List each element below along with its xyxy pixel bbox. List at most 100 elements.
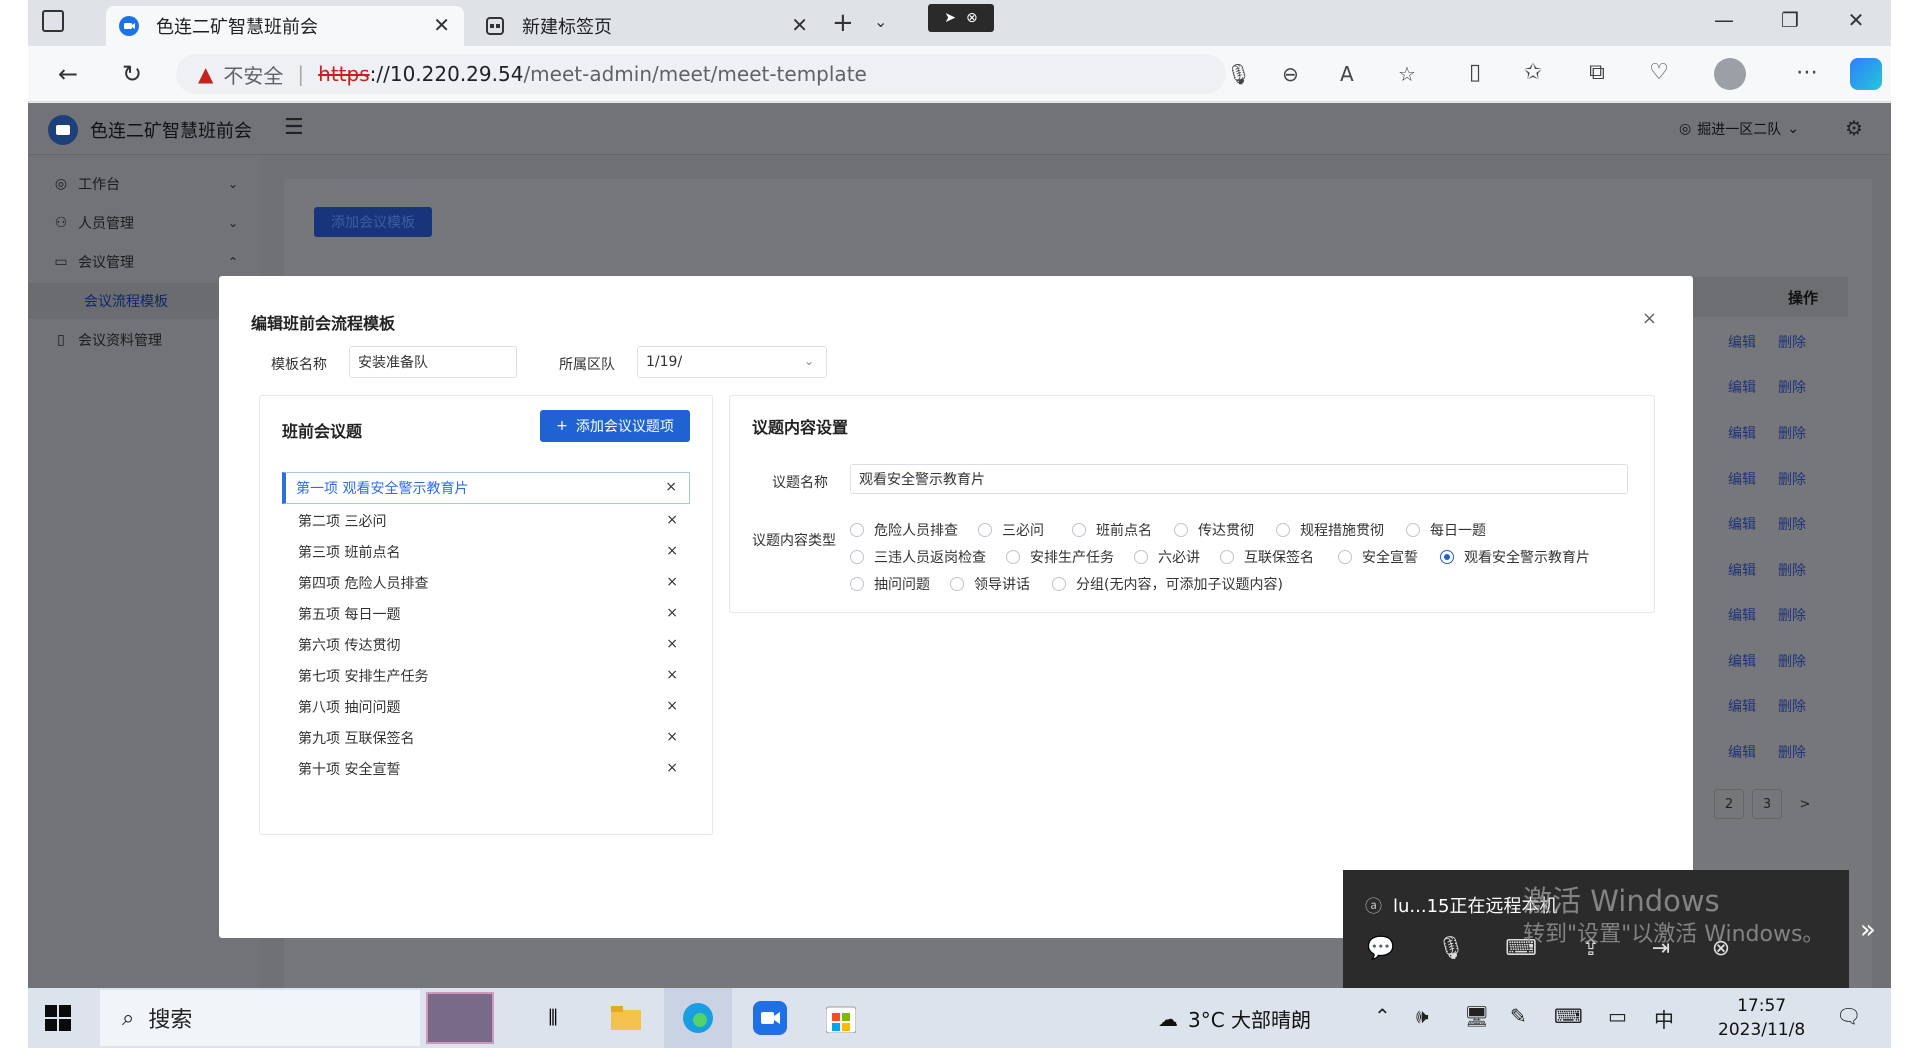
type-radio-selected[interactable]: 观看安全警示教育片 <box>1440 547 1590 567</box>
delete-link[interactable]: 删除 <box>1778 696 1806 724</box>
url-field[interactable]: ▲ 不安全 | https ://10.220.29.54 /meet-admi… <box>176 54 1416 94</box>
type-radio[interactable]: 班前点名 <box>1072 520 1152 540</box>
remove-item-icon[interactable]: × <box>666 605 678 621</box>
collections-icon[interactable]: ⧉ <box>1580 60 1614 85</box>
reload-icon[interactable]: ↻ <box>116 60 148 88</box>
favorites-icon[interactable]: ✩ <box>1516 60 1550 85</box>
type-radio[interactable]: 三必问 <box>978 520 1044 540</box>
agenda-item[interactable]: 第二项 三必问 × <box>282 506 690 536</box>
edit-link[interactable]: 编辑 <box>1728 605 1756 633</box>
delete-link[interactable]: 删除 <box>1778 469 1806 497</box>
settings-gear-icon[interactable]: ⚙ <box>1845 116 1863 140</box>
remove-item-icon[interactable]: × <box>665 479 677 495</box>
delete-link[interactable]: 删除 <box>1778 377 1806 405</box>
delete-link[interactable]: 删除 <box>1778 742 1806 770</box>
tab-active[interactable]: 色连二矿智慧班前会 ✕ <box>106 6 464 46</box>
agenda-item[interactable]: 第九项 互联保签名 × <box>282 723 690 753</box>
menu-toggle-icon[interactable]: ☰ <box>284 115 304 140</box>
book-app-icon[interactable] <box>426 992 494 1044</box>
more-menu-icon[interactable]: ⋯ <box>1790 60 1824 85</box>
zoom-out-icon[interactable]: ⊖ <box>1282 62 1299 86</box>
type-radio[interactable]: 三违人员返岗检查 <box>850 547 986 567</box>
copilot-icon[interactable] <box>1850 58 1882 90</box>
edit-link[interactable]: 编辑 <box>1728 696 1756 724</box>
edit-link[interactable]: 编辑 <box>1728 560 1756 588</box>
edit-link[interactable]: 编辑 <box>1728 469 1756 497</box>
edit-link[interactable]: 编辑 <box>1728 514 1756 542</box>
close-window-icon[interactable]: ✕ <box>1836 8 1876 32</box>
store-icon[interactable] <box>821 998 861 1038</box>
remove-item-icon[interactable]: × <box>666 574 678 590</box>
show-hidden-icons-chevron-icon[interactable]: ⌃ <box>1374 1004 1391 1028</box>
remote-session-badge[interactable]: ➤ ⊗ <box>928 4 994 32</box>
file-explorer-icon[interactable] <box>606 998 646 1038</box>
new-tab-button[interactable]: + <box>832 8 854 38</box>
type-radio[interactable]: 分组(无内容，可添加子议题内容) <box>1052 574 1283 594</box>
type-radio[interactable]: 六必讲 <box>1134 547 1200 567</box>
type-radio[interactable]: 传达贯彻 <box>1174 520 1254 540</box>
back-arrow-icon[interactable]: ← <box>52 60 84 88</box>
profile-avatar[interactable] <box>1714 58 1746 90</box>
microphone-icon[interactable]: 🎙 <box>1226 62 1251 86</box>
agenda-item[interactable]: 第三项 班前点名 × <box>282 537 690 567</box>
remove-item-icon[interactable]: × <box>666 512 678 528</box>
agenda-item[interactable]: 第八项 抽问问题 × <box>282 692 690 722</box>
tab-actions-icon[interactable] <box>42 10 64 32</box>
edge-browser-icon[interactable] <box>678 998 718 1038</box>
agenda-item[interactable]: 第五项 每日一题 × <box>282 599 690 629</box>
type-radio[interactable]: 危险人员排查 <box>850 520 958 540</box>
meeting-app-icon[interactable] <box>750 998 790 1038</box>
delete-link[interactable]: 删除 <box>1778 560 1806 588</box>
topic-name-input[interactable]: 观看安全警示教育片 <box>850 464 1628 494</box>
remove-item-icon[interactable]: × <box>666 636 678 652</box>
close-dialog-icon[interactable]: × <box>1642 308 1657 329</box>
remove-item-icon[interactable]: × <box>666 543 678 559</box>
close-tab-icon[interactable]: ✕ <box>791 13 808 37</box>
tab-new[interactable]: 新建标签页 ✕ <box>472 6 822 46</box>
network-icon[interactable]: 🖥 <box>1464 1004 1489 1028</box>
delete-link[interactable]: 删除 <box>1778 332 1806 360</box>
layout-icon[interactable]: ▭ <box>1608 1004 1627 1028</box>
pen-icon[interactable]: ✎ <box>1510 1004 1527 1028</box>
close-tab-icon[interactable]: ✕ <box>433 13 450 37</box>
taskbar-clock[interactable]: 17:57 2023/11/8 <box>1718 994 1805 1042</box>
delete-link[interactable]: 删除 <box>1778 605 1806 633</box>
chat-icon[interactable]: 💬 <box>1363 936 1399 972</box>
type-radio[interactable]: 抽问问题 <box>850 574 930 594</box>
remove-item-icon[interactable]: × <box>666 667 678 683</box>
sidebar-item-people[interactable]: ⚇ 人员管理 ⌄ <box>28 205 260 241</box>
favorite-star-icon[interactable]: ☆ <box>1398 62 1416 86</box>
touch-keyboard-icon[interactable]: ⌨ <box>1554 1004 1583 1028</box>
remove-item-icon[interactable]: × <box>666 760 678 776</box>
region-select[interactable]: 1/19/ ⌄ <box>637 346 827 378</box>
agenda-item[interactable]: 第一项 观看安全警示教育片 × <box>282 472 690 504</box>
agenda-item[interactable]: 第七项 安排生产任务 × <box>282 661 690 691</box>
pager-page-2[interactable]: 2 <box>1714 789 1744 819</box>
ime-indicator[interactable]: 中 <box>1654 1004 1674 1033</box>
taskbar-search[interactable]: ⌕ 搜索 <box>100 990 420 1046</box>
type-radio[interactable]: 互联保签名 <box>1220 547 1314 567</box>
pager-next-icon[interactable]: > <box>1790 789 1820 819</box>
edit-link[interactable]: 编辑 <box>1728 651 1756 679</box>
expand-chevron-icon[interactable]: » <box>1860 915 1876 945</box>
weather-widget[interactable]: ☁ 3°C 大部晴朗 <box>1158 1004 1311 1033</box>
delete-link[interactable]: 删除 <box>1778 651 1806 679</box>
sidebar-item-workbench[interactable]: ◎ 工作台 ⌄ <box>28 166 260 202</box>
volume-icon[interactable]: 🕪 <box>1416 1004 1429 1028</box>
type-radio[interactable]: 安排生产任务 <box>1006 547 1114 567</box>
type-radio[interactable]: 安全宣誓 <box>1338 547 1418 567</box>
edit-link[interactable]: 编辑 <box>1728 377 1756 405</box>
remove-item-icon[interactable]: × <box>666 729 678 745</box>
template-name-input[interactable]: 安装准备队 <box>349 346 517 378</box>
browser-health-icon[interactable]: ♡ <box>1642 60 1676 85</box>
split-screen-icon[interactable]: ▯ <box>1458 60 1492 85</box>
task-view-icon[interactable]: ⫴ <box>533 998 573 1038</box>
read-aloud-icon[interactable]: A <box>1340 62 1354 86</box>
team-switcher[interactable]: ◎ 掘进一区二队 ⌄ <box>1679 119 1799 139</box>
notification-icon[interactable]: 🗨 <box>1836 1004 1861 1028</box>
add-template-button[interactable]: 添加会议模板 <box>314 207 432 237</box>
edit-link[interactable]: 编辑 <box>1728 332 1756 360</box>
edit-link[interactable]: 编辑 <box>1728 423 1756 451</box>
pager-page-3[interactable]: 3 <box>1752 789 1782 819</box>
add-agenda-item-button[interactable]: + 添加会议议题项 <box>540 410 690 442</box>
